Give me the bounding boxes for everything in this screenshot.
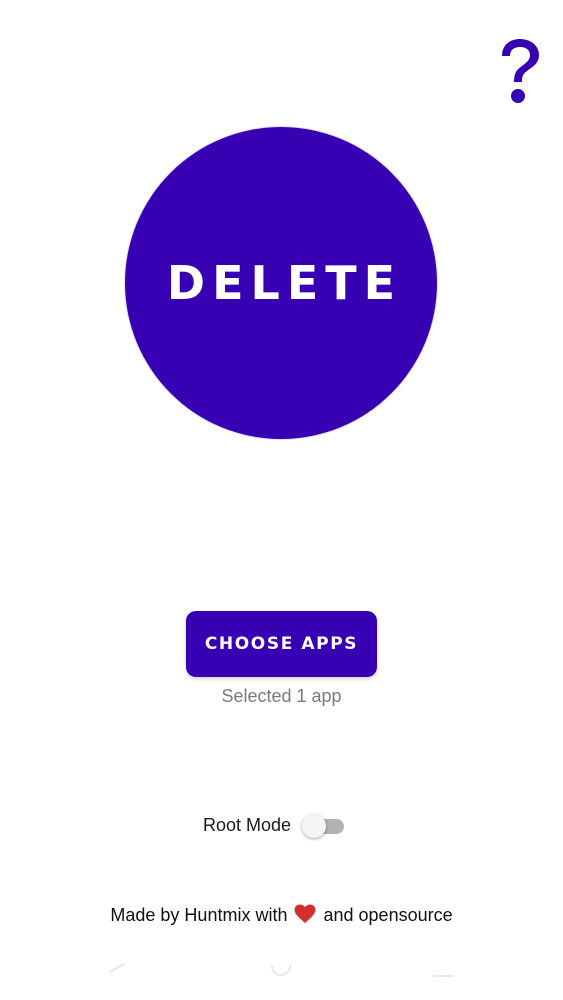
root-mode-toggle[interactable] (300, 811, 348, 841)
app-screen: DELETE CHOOSE APPS Selected 1 app Root M… (0, 0, 563, 1000)
toggle-thumb (302, 814, 326, 838)
delete-button[interactable]: DELETE (125, 127, 437, 439)
back-icon[interactable] (104, 960, 128, 980)
footer-suffix: and opensource (323, 905, 453, 925)
system-navigation-bar (0, 958, 563, 1000)
help-button[interactable] (488, 30, 550, 112)
selected-apps-count: Selected 1 app (221, 686, 342, 706)
delete-button-label: DELETE (166, 256, 403, 310)
question-mark-icon (502, 39, 539, 103)
choose-apps-label: CHOOSE APPS (204, 634, 359, 654)
home-icon[interactable] (270, 958, 292, 980)
footer-prefix: Made by Huntmix with (110, 905, 288, 925)
heart-icon (295, 904, 316, 924)
choose-apps-button[interactable]: CHOOSE APPS (186, 611, 377, 677)
root-mode-row: Root Mode (0, 808, 563, 844)
recent-apps-icon[interactable] (432, 960, 454, 980)
footer-credits: Made by Huntmix with and opensource (0, 904, 563, 926)
root-mode-label: Root Mode (203, 815, 292, 835)
